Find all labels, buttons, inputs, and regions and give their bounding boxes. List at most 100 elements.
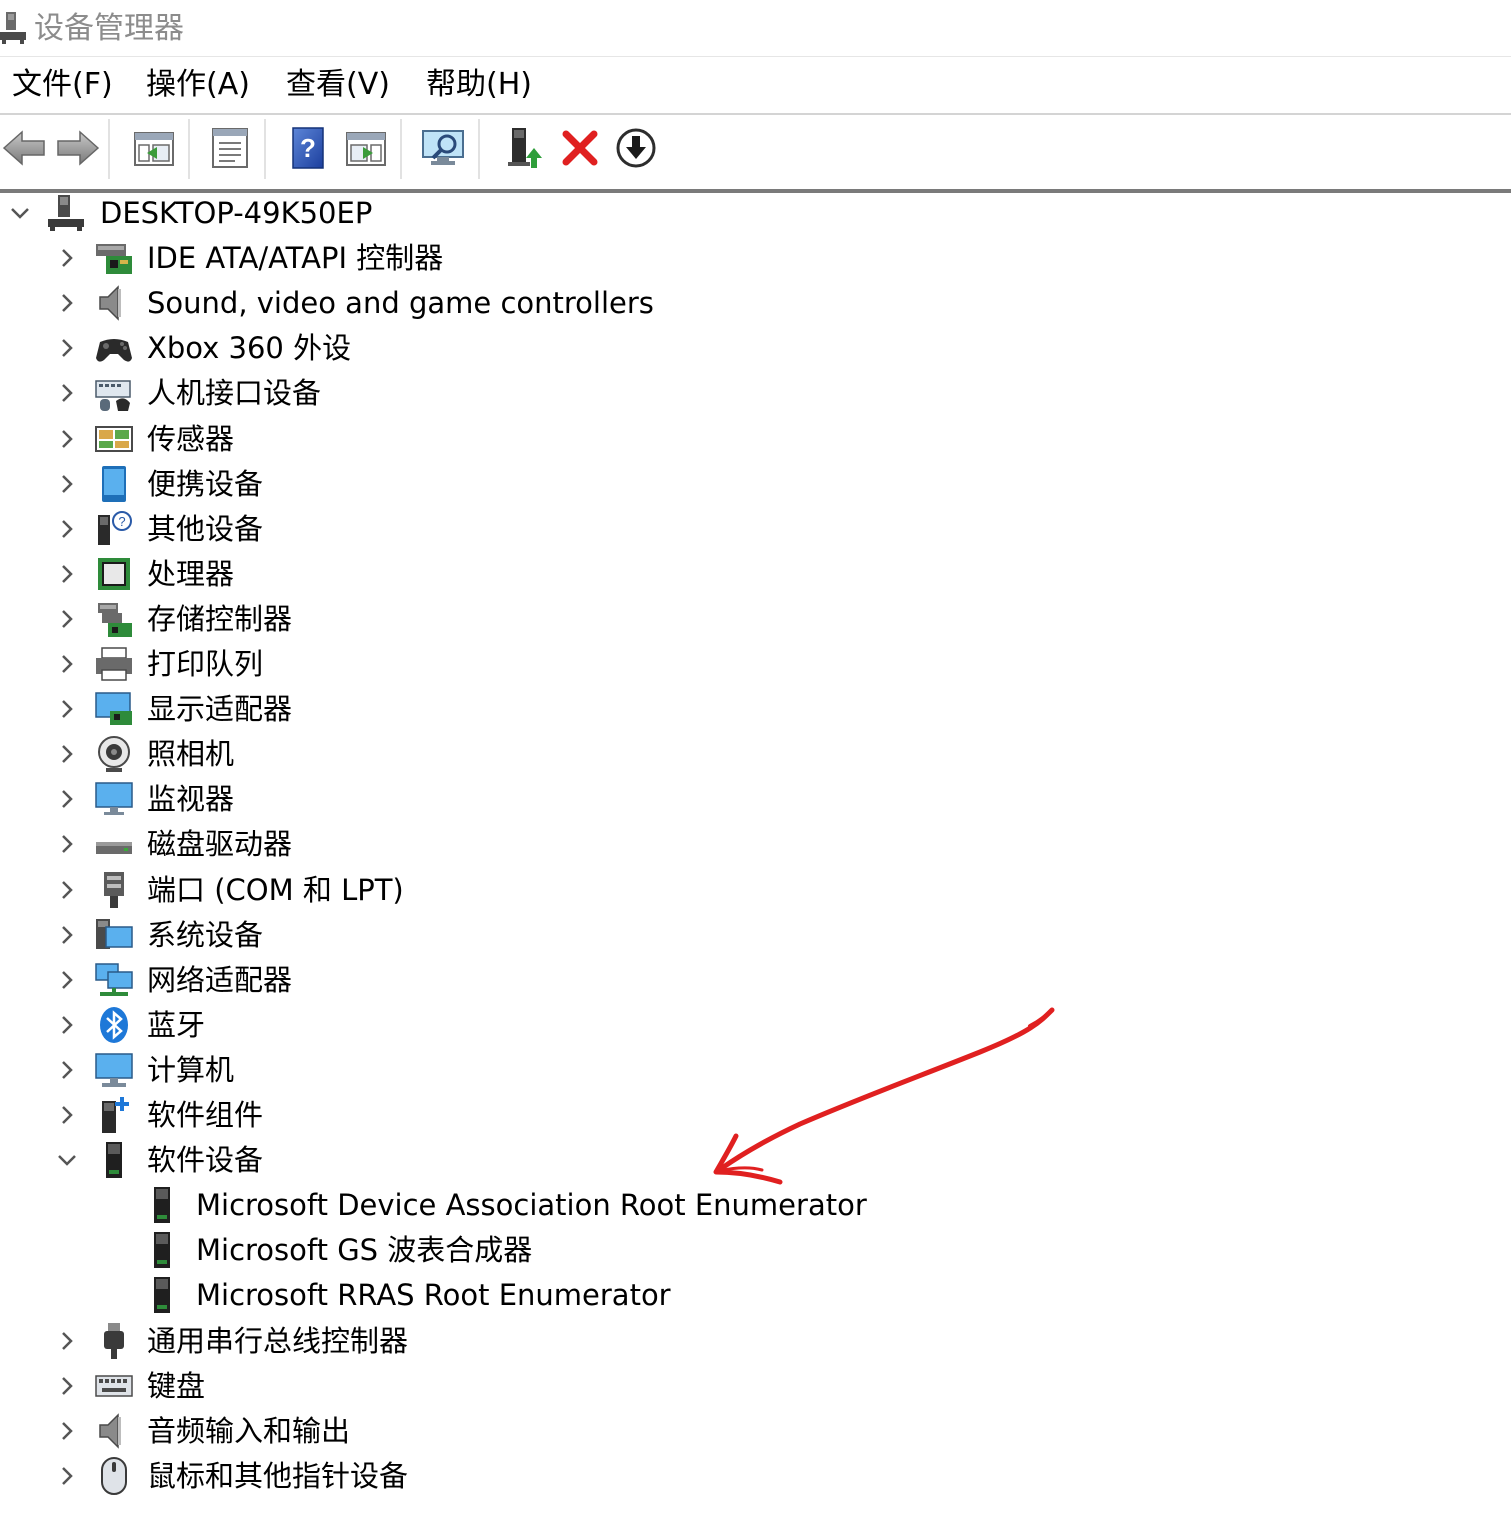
- menu-help[interactable]: 帮助(H): [426, 65, 532, 105]
- tree-device[interactable]: Microsoft RRAS Root Enumerator: [0, 1273, 1511, 1317]
- tree-item-label: Microsoft Device Association Root Enumer…: [196, 1188, 867, 1222]
- device-tree: DESKTOP-49K50EP IDE ATA/ATAPI 控制器 Sound, v…: [0, 191, 1511, 1531]
- chevron-right-icon[interactable]: [55, 787, 79, 811]
- chevron-right-icon[interactable]: [55, 697, 79, 721]
- chevron-right-icon[interactable]: [55, 1329, 79, 1353]
- back-button[interactable]: [0, 123, 48, 173]
- tree-category[interactable]: 照相机: [0, 732, 1511, 776]
- tree-category[interactable]: IDE ATA/ATAPI 控制器: [0, 236, 1511, 280]
- help-icon: ?: [292, 127, 324, 169]
- menu-file[interactable]: 文件(F): [12, 65, 113, 105]
- tree-item-label: IDE ATA/ATAPI 控制器: [147, 241, 444, 275]
- processor-icon: [98, 558, 130, 590]
- monitor-icon: [95, 782, 133, 815]
- menu-action[interactable]: 操作(A): [146, 65, 250, 105]
- tree-category[interactable]: 处理器: [0, 552, 1511, 596]
- menu-view[interactable]: 查看(V): [286, 65, 390, 105]
- tree-category[interactable]: 磁盘驱动器: [0, 822, 1511, 866]
- chevron-right-icon[interactable]: [55, 517, 79, 541]
- tree-category[interactable]: 鼠标和其他指针设备: [0, 1454, 1511, 1498]
- tree-category[interactable]: 软件组件: [0, 1093, 1511, 1137]
- chevron-right-icon[interactable]: [55, 1374, 79, 1398]
- toolbar-separator: [108, 119, 110, 179]
- tree-category[interactable]: 系统设备: [0, 913, 1511, 957]
- mouse-icon: [101, 1457, 127, 1495]
- tree-category[interactable]: Xbox 360 外设: [0, 326, 1511, 370]
- tree-item-label: 计算机: [147, 1053, 235, 1087]
- tree-category[interactable]: 端口 (COM 和 LPT): [0, 868, 1511, 912]
- tree-category[interactable]: 打印队列: [0, 642, 1511, 686]
- help-button[interactable]: ?: [284, 123, 332, 173]
- chevron-right-icon[interactable]: [55, 381, 79, 405]
- speaker-icon: [99, 1413, 121, 1449]
- toolbar-separator: [400, 119, 402, 179]
- forward-button[interactable]: [54, 123, 102, 173]
- portable-device-icon: [102, 466, 126, 502]
- chevron-right-icon[interactable]: [55, 1464, 79, 1488]
- chevron-right-icon[interactable]: [55, 336, 79, 360]
- toolbar: ?: [0, 113, 1511, 193]
- tree-category[interactable]: 存储控制器: [0, 597, 1511, 641]
- properties-button[interactable]: [206, 123, 254, 173]
- chevron-down-icon[interactable]: [8, 201, 32, 225]
- chevron-right-icon[interactable]: [55, 562, 79, 586]
- tree-device[interactable]: Microsoft GS 波表合成器: [0, 1228, 1511, 1272]
- tree-item-label: 磁盘驱动器: [147, 827, 293, 861]
- tree-category[interactable]: 音频输入和输出: [0, 1409, 1511, 1453]
- chevron-right-icon[interactable]: [55, 923, 79, 947]
- tree-category[interactable]: 人机接口设备: [0, 371, 1511, 415]
- tree-root-computer[interactable]: DESKTOP-49K50EP: [0, 191, 1511, 235]
- chevron-right-icon[interactable]: [55, 652, 79, 676]
- tree-category[interactable]: 软件设备: [0, 1138, 1511, 1182]
- scan-hardware-changes-button[interactable]: [420, 123, 468, 173]
- chevron-down-icon[interactable]: [55, 1148, 79, 1172]
- chevron-right-icon[interactable]: [55, 472, 79, 496]
- tree-category[interactable]: 计算机: [0, 1048, 1511, 1092]
- update-driver-button[interactable]: [500, 123, 548, 173]
- chevron-right-icon[interactable]: [55, 291, 79, 315]
- chevron-right-icon[interactable]: [55, 1013, 79, 1037]
- software-device-icon: [154, 1232, 170, 1268]
- chevron-right-icon[interactable]: [55, 968, 79, 992]
- speaker-icon: [99, 285, 121, 321]
- gamepad-icon: [96, 339, 132, 362]
- tree-category[interactable]: 监视器: [0, 777, 1511, 821]
- tree-category[interactable]: 显示适配器: [0, 687, 1511, 731]
- uninstall-device-button[interactable]: [556, 123, 604, 173]
- keyboard-icon: [95, 1375, 133, 1397]
- tree-item-label: 其他设备: [147, 512, 264, 546]
- tree-item-label: 键盘: [147, 1369, 206, 1403]
- tree-category[interactable]: 网络适配器: [0, 958, 1511, 1002]
- storage-controller-icon: [98, 603, 132, 637]
- show-hide-console-tree-button[interactable]: [130, 123, 178, 173]
- chevron-right-icon[interactable]: [55, 742, 79, 766]
- disable-device-button[interactable]: [612, 123, 660, 173]
- chevron-right-icon[interactable]: [55, 832, 79, 856]
- chevron-right-icon[interactable]: [55, 1058, 79, 1082]
- tree-device[interactable]: Microsoft Device Association Root Enumer…: [0, 1183, 1511, 1227]
- tree-item-label: 打印队列: [147, 647, 264, 681]
- tree-category[interactable]: 传感器: [0, 417, 1511, 461]
- tree-category[interactable]: 便携设备: [0, 462, 1511, 506]
- tree-item-label: DESKTOP-49K50EP: [100, 196, 373, 230]
- chevron-right-icon[interactable]: [55, 427, 79, 451]
- tree-category[interactable]: ? 其他设备: [0, 507, 1511, 551]
- chevron-right-icon[interactable]: [55, 878, 79, 902]
- chevron-right-icon[interactable]: [55, 1103, 79, 1127]
- scan-monitor-icon: [422, 130, 464, 165]
- tree-category[interactable]: 蓝牙: [0, 1003, 1511, 1047]
- tree-item-label: Sound, video and game controllers: [147, 286, 654, 320]
- bluetooth-icon: [100, 1007, 128, 1043]
- chevron-right-icon[interactable]: [55, 607, 79, 631]
- title-bar: 设备管理器: [0, 0, 1511, 56]
- tree-category[interactable]: 键盘: [0, 1364, 1511, 1408]
- hid-icon: [95, 380, 131, 411]
- window-title: 设备管理器: [34, 11, 184, 46]
- software-device-icon: [106, 1142, 122, 1178]
- tree-category[interactable]: Sound, video and game controllers: [0, 281, 1511, 325]
- tree-item-label: Microsoft GS 波表合成器: [196, 1233, 533, 1267]
- action-pane-button[interactable]: [342, 123, 390, 173]
- chevron-right-icon[interactable]: [55, 246, 79, 270]
- chevron-right-icon[interactable]: [55, 1419, 79, 1443]
- tree-category[interactable]: 通用串行总线控制器: [0, 1319, 1511, 1363]
